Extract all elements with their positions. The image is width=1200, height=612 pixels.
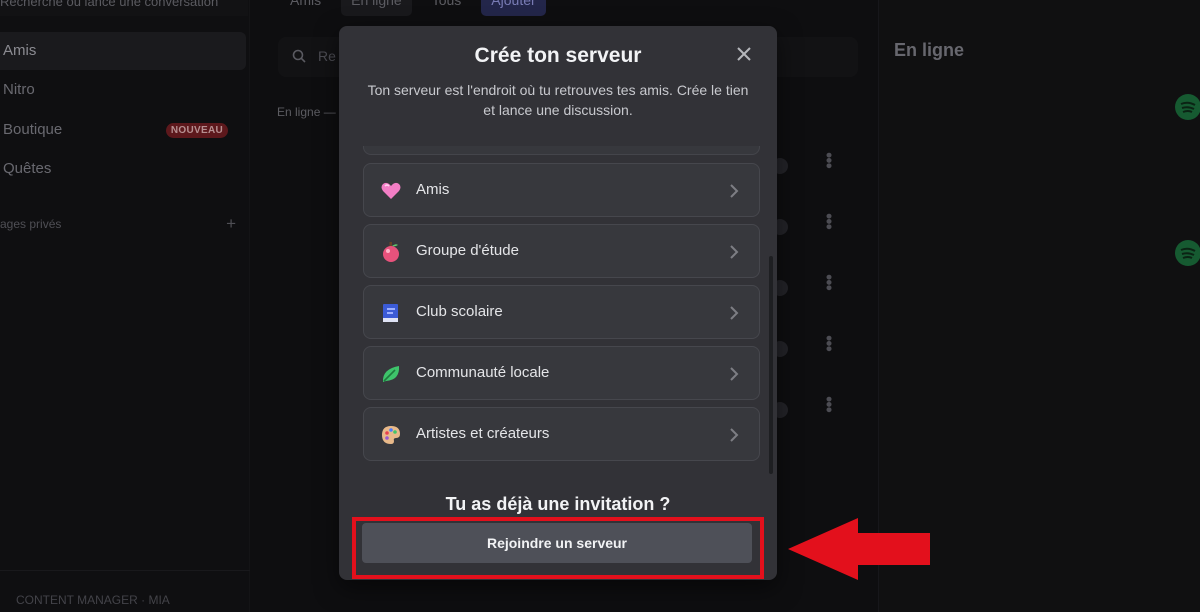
template-option-club-scolaire[interactable]: Club scolaire bbox=[363, 285, 760, 339]
invite-heading: Tu as déjà une invitation ? bbox=[445, 494, 671, 514]
template-option-groupe-etude[interactable]: Groupe d'étude bbox=[363, 224, 760, 278]
modal-subtitle: Ton serveur est l'endroit où tu retrouve… bbox=[367, 82, 749, 118]
scrollbar[interactable] bbox=[769, 256, 773, 474]
close-icon[interactable] bbox=[733, 43, 755, 65]
template-option-amis[interactable]: Amis bbox=[363, 163, 760, 217]
modal-title: Crée ton serveur bbox=[474, 44, 642, 67]
template-option-communaute-locale[interactable]: Communauté locale bbox=[363, 346, 760, 400]
chevron-right-icon bbox=[730, 245, 739, 259]
book-icon bbox=[383, 304, 398, 322]
option-label: Artistes et créateurs bbox=[416, 425, 550, 442]
heart-icon bbox=[381, 182, 401, 199]
create-server-modal: Crée ton serveur Ton serveur est l'endro… bbox=[339, 26, 777, 580]
chevron-right-icon bbox=[730, 428, 739, 442]
apple-icon bbox=[383, 242, 399, 262]
arrow-left-icon bbox=[788, 518, 930, 580]
template-option-partial[interactable] bbox=[363, 146, 760, 155]
option-label: Groupe d'étude bbox=[416, 242, 519, 259]
option-label: Club scolaire bbox=[416, 303, 503, 320]
template-option-artistes-createurs[interactable]: Artistes et créateurs bbox=[363, 407, 760, 461]
server-template-list[interactable]: Amis Groupe d'étude Club scolaire Commun… bbox=[339, 146, 777, 476]
join-server-button[interactable]: Rejoindre un serveur bbox=[362, 523, 752, 563]
option-label: Amis bbox=[416, 181, 450, 198]
discord-app: Recherche ou lance une conversation Amis… bbox=[0, 0, 1200, 612]
leaf-icon bbox=[382, 366, 400, 382]
option-label: Communauté locale bbox=[416, 364, 550, 381]
chevron-right-icon bbox=[730, 306, 739, 320]
chevron-right-icon bbox=[730, 184, 739, 198]
palette-icon bbox=[382, 426, 400, 444]
chevron-right-icon bbox=[730, 367, 739, 381]
